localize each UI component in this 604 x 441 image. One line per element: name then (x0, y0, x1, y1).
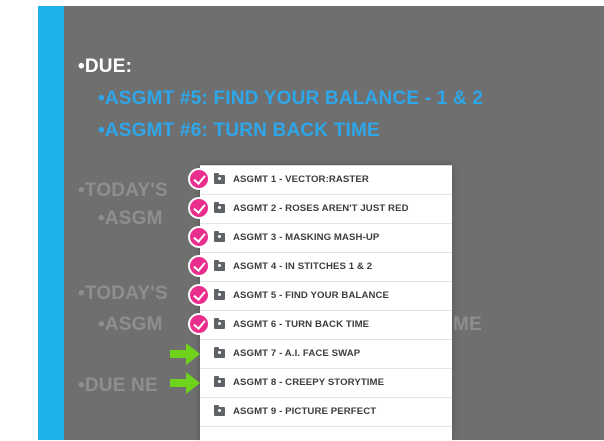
checkmark-badge-icon (188, 226, 210, 248)
folder-row-asgmt-4[interactable]: ASGMT 4 - IN STITCHES 1 & 2 (200, 253, 452, 282)
todays-heading-1: •TODAY'S (78, 180, 168, 201)
shared-folder-icon (214, 347, 225, 358)
checkmark-badge-icon (188, 197, 210, 219)
folder-row-asgmt-3[interactable]: ASGMT 3 - MASKING MASH-UP (200, 224, 452, 253)
todays-item-1: •ASGM (98, 208, 163, 229)
shared-folder-icon (214, 260, 225, 271)
shared-folder-icon (214, 202, 225, 213)
folder-list: ASGMT 1 - VECTOR:RASTER ASGMT 2 - ROSES … (200, 165, 452, 441)
green-arrow-icon (170, 372, 200, 394)
folder-label: ASGMT 6 - TURN BACK TIME (233, 319, 370, 330)
checkmark-badge-icon (188, 284, 210, 306)
due-item-asgmt-5: •ASGMT #5: FIND YOUR BALANCE - 1 & 2 (98, 88, 484, 109)
todays-item-2-tail: ME (453, 314, 482, 335)
shared-folder-icon (214, 231, 225, 242)
folder-row-asgmt-7[interactable]: ASGMT 7 - A.I. FACE SWAP (200, 340, 452, 369)
todays-heading-2: •TODAY'S (78, 283, 168, 304)
folder-label: ASGMT 8 - CREEPY STORYTIME (233, 377, 385, 388)
todays-item-2: •ASGM (98, 314, 163, 335)
folder-row-asgmt-6[interactable]: ASGMT 6 - TURN BACK TIME (200, 311, 452, 340)
folder-row-asgmt-1[interactable]: ASGMT 1 - VECTOR:RASTER (200, 166, 452, 195)
checkmark-badge-icon (188, 168, 210, 190)
folder-label: ASGMT 2 - ROSES AREN'T JUST RED (233, 203, 409, 214)
shared-folder-icon (214, 289, 225, 300)
shared-folder-icon (214, 376, 225, 387)
folder-label: ASGMT 7 - A.I. FACE SWAP (233, 348, 361, 359)
shared-folder-icon (214, 318, 225, 329)
folder-row-asgmt-8[interactable]: ASGMT 8 - CREEPY STORYTIME (200, 369, 452, 398)
due-next-heading: •DUE NE (78, 375, 158, 396)
shared-folder-icon (214, 173, 225, 184)
due-heading: •DUE: (78, 56, 133, 77)
folder-row-asgmt-2[interactable]: ASGMT 2 - ROSES AREN'T JUST RED (200, 195, 452, 224)
checkmark-badge-icon (188, 255, 210, 277)
accent-sidebar (38, 6, 64, 440)
folder-row-asgmt-5[interactable]: ASGMT 5 - FIND YOUR BALANCE (200, 282, 452, 311)
checkmark-badge-icon (188, 313, 210, 335)
folder-label: ASGMT 9 - PICTURE PERFECT (233, 406, 377, 417)
folder-label: ASGMT 4 - IN STITCHES 1 & 2 (233, 261, 373, 272)
due-item-asgmt-6: •ASGMT #6: TURN BACK TIME (98, 120, 380, 141)
folder-label: ASGMT 3 - MASKING MASH-UP (233, 232, 380, 243)
green-arrow-icon (170, 343, 200, 365)
shared-folder-icon (214, 405, 225, 416)
slide: •DUE: •ASGMT #5: FIND YOUR BALANCE - 1 &… (0, 0, 604, 441)
folder-label: ASGMT 1 - VECTOR:RASTER (233, 174, 369, 185)
folder-label: ASGMT 5 - FIND YOUR BALANCE (233, 290, 390, 301)
folder-row-asgmt-9[interactable]: ASGMT 9 - PICTURE PERFECT (200, 398, 452, 427)
